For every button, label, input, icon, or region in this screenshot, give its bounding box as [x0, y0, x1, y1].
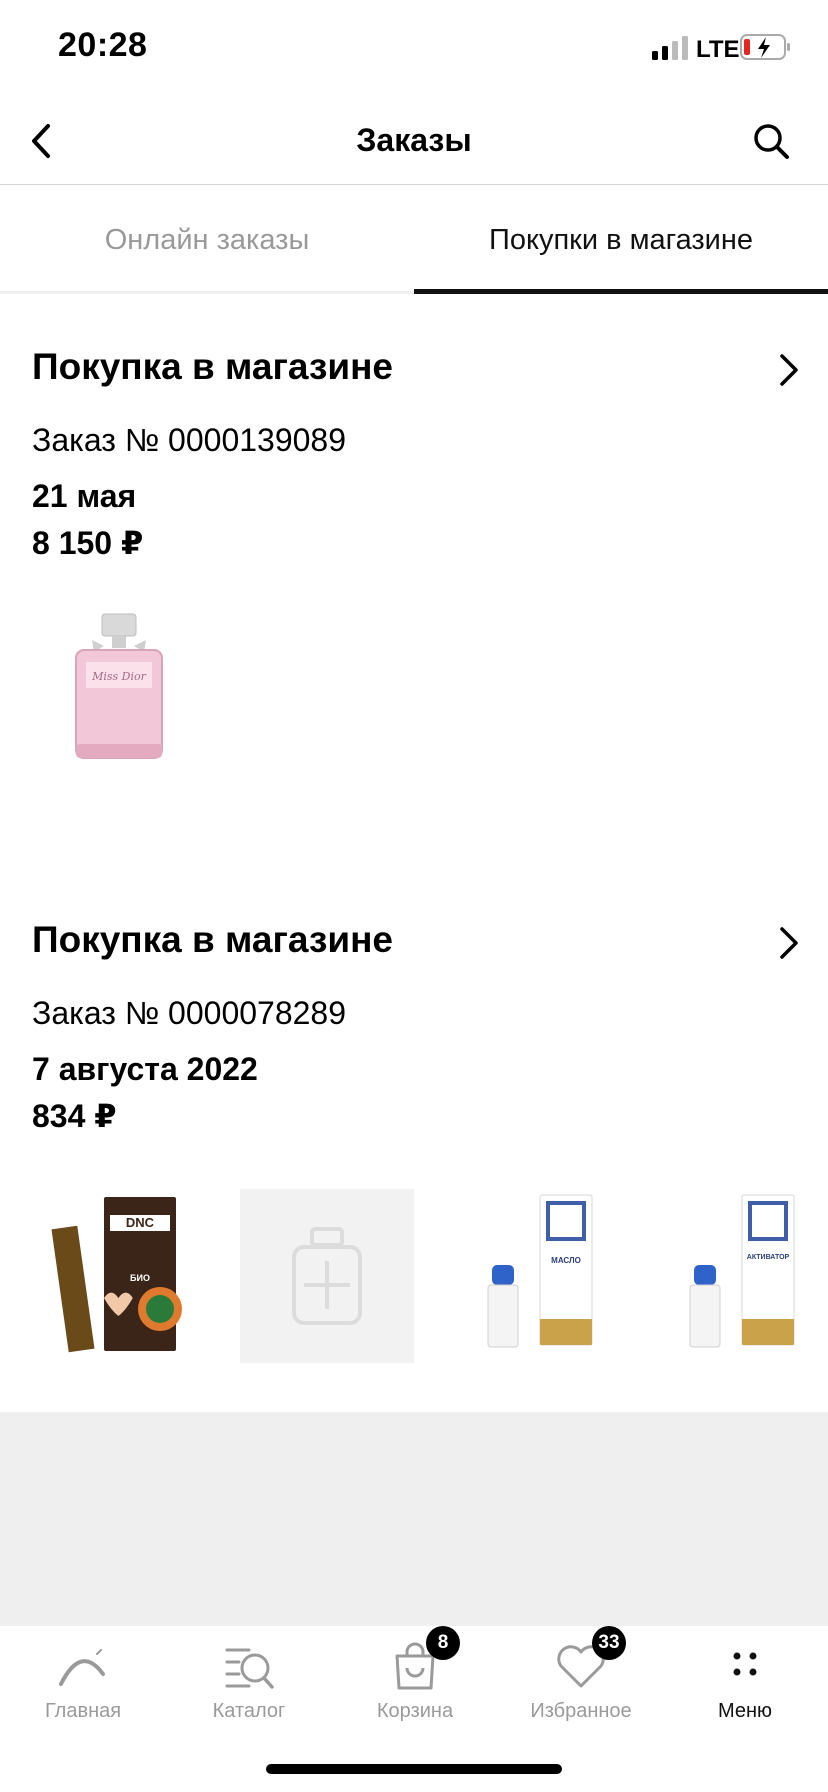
hair-complex-box-image[interactable]: DNC БИО: [32, 1189, 206, 1363]
chevron-right-icon[interactable]: [770, 923, 806, 963]
order-date: 21 мая: [32, 478, 137, 514]
nav-label: Корзина: [376, 1700, 454, 1722]
network-label: LTE: [696, 36, 740, 63]
nav-label: Главная: [44, 1700, 122, 1722]
cart-count-badge: 8: [426, 1626, 460, 1660]
order-products: DNC БИО МАСЛО АКТИВАТОР: [32, 1189, 828, 1389]
nav-item-cart[interactable]: 8 Корзина: [332, 1626, 498, 1746]
page-title: Заказы: [356, 122, 472, 158]
product-placeholder-image[interactable]: [240, 1189, 414, 1363]
status-bar: 20:28 LTE: [0, 0, 828, 100]
order-number: Заказ № 0000078289: [32, 995, 347, 1031]
svg-text:МАСЛО: МАСЛО: [551, 1256, 581, 1265]
nav-item-menu[interactable]: Меню: [662, 1626, 828, 1746]
battery-charging-icon: [740, 34, 790, 60]
catalog-search-icon: [225, 1648, 274, 1689]
signal-icon: [652, 36, 688, 60]
nav-item-favorites[interactable]: 33 Избранное: [498, 1626, 664, 1746]
nav-label: Избранное: [530, 1700, 632, 1722]
tab-store-purchases[interactable]: Покупки в магазине: [414, 185, 828, 295]
order-sum: 8 150 ₽: [32, 525, 144, 561]
search-icon[interactable]: [748, 118, 794, 164]
menu-dots-icon: [733, 1652, 757, 1676]
empty-area: [0, 1412, 828, 1626]
nav-item-home[interactable]: Главная: [0, 1626, 166, 1746]
chevron-right-icon[interactable]: [770, 350, 806, 390]
perfume-label: Miss Dior: [91, 670, 147, 683]
perfume-bottle-image[interactable]: Miss Dior: [32, 606, 206, 780]
nav-item-catalog[interactable]: Каталог: [166, 1626, 332, 1746]
oil-bottle-box-image[interactable]: МАСЛО: [452, 1189, 626, 1363]
favorites-count-badge: 33: [592, 1626, 626, 1660]
nav-label: Меню: [717, 1700, 773, 1722]
order-number: Заказ № 0000139089: [32, 422, 347, 458]
order-date: 7 августа 2022: [32, 1051, 258, 1087]
svg-text:АКТИВАТОР: АКТИВАТОР: [747, 1254, 790, 1261]
orders-tabs: Онлайн заказы Покупки в магазине: [0, 185, 828, 295]
svg-text:БИО: БИО: [130, 1273, 150, 1283]
product-brand: DNC: [126, 1215, 155, 1230]
home-indicator: [266, 1764, 562, 1774]
nav-label: Каталог: [212, 1700, 286, 1722]
order-title: Покупка в магазине: [32, 346, 394, 387]
tab-online-orders[interactable]: Онлайн заказы: [0, 185, 414, 295]
activator-bottle-box-image[interactable]: АКТИВАТОР: [654, 1189, 828, 1363]
status-time: 20:28: [58, 26, 148, 64]
tab-active-indicator: [414, 289, 828, 294]
tab-track: [0, 291, 414, 294]
top-header: Заказы: [0, 100, 828, 185]
order-sum: 834 ₽: [32, 1098, 117, 1134]
home-arc-icon: [59, 1649, 105, 1686]
order-products: Miss Dior: [32, 606, 828, 806]
order-title: Покупка в магазине: [32, 919, 394, 960]
